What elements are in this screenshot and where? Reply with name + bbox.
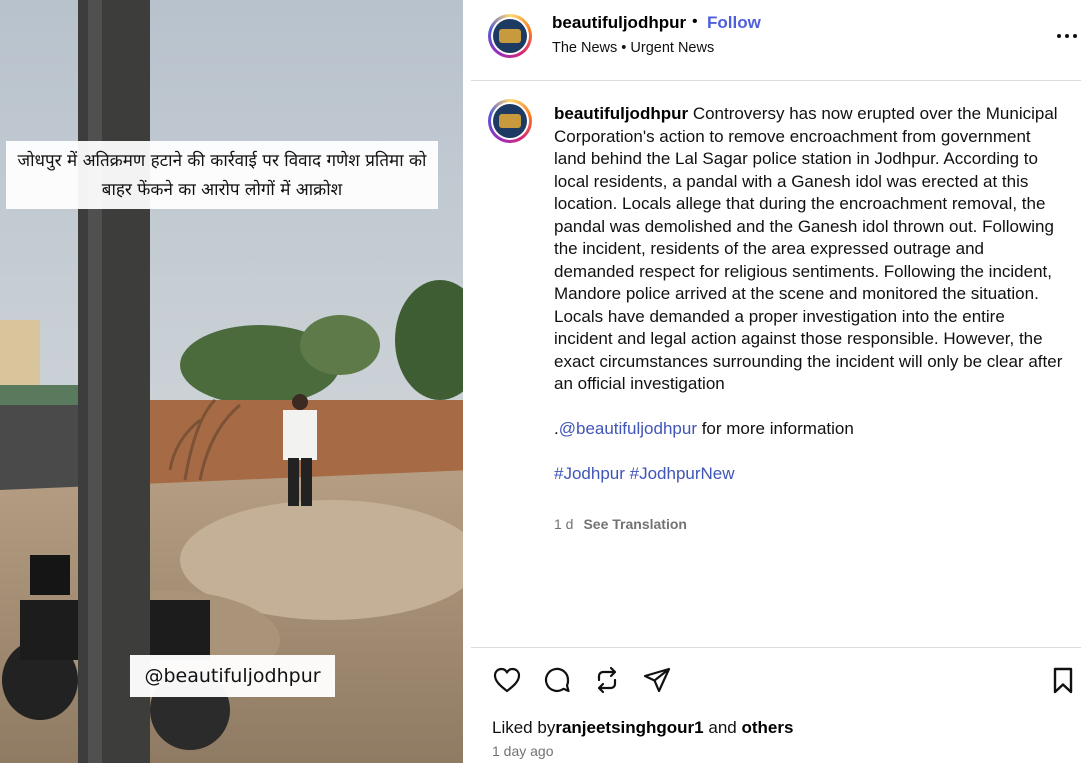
likes-middle: and — [703, 718, 742, 737]
see-translation-button[interactable]: See Translation — [583, 516, 686, 532]
caption-meta: 1 d See Translation — [554, 516, 687, 532]
post-details-panel: beautifuljodhpur • Follow The News • Urg… — [471, 0, 1081, 763]
post-timestamp[interactable]: 1 day ago — [492, 743, 554, 759]
video-caption-overlay: जोधपुर में अतिक्रमण हटाने की कार्रवाई पर… — [6, 141, 438, 209]
comment-icon[interactable] — [542, 665, 572, 695]
profile-logo-icon — [493, 19, 527, 53]
mention-suffix: for more information — [696, 419, 854, 438]
likes-summary: Liked byranjeetsinghgour1 and others — [492, 718, 793, 738]
post-media[interactable]: जोधपुर में अतिक्रमण हटाने की कार्रवाई पर… — [0, 0, 471, 763]
separator-dot: • — [692, 13, 698, 30]
avatar[interactable] — [488, 14, 532, 58]
heart-icon[interactable] — [492, 665, 522, 695]
likes-others-link[interactable]: others — [741, 718, 793, 737]
divider — [471, 647, 1081, 648]
liker-username-link[interactable]: ranjeetsinghgour1 — [555, 718, 703, 737]
bookmark-icon[interactable] — [1048, 665, 1078, 695]
caption-text: Controversy has now erupted over the Mun… — [554, 104, 1063, 393]
post-age: 1 d — [554, 516, 574, 532]
follow-button[interactable]: Follow — [707, 13, 761, 33]
username-link[interactable]: beautifuljodhpur — [552, 13, 686, 33]
hashtag-link[interactable]: #Jodhpur — [554, 464, 625, 483]
repost-icon[interactable] — [592, 665, 622, 695]
likes-prefix: Liked by — [492, 718, 556, 737]
mention-link[interactable]: @beautifuljodhpur — [559, 419, 697, 438]
mention-line: .@beautifuljodhpur for more information — [554, 418, 1064, 441]
more-options-icon[interactable] — [1057, 22, 1079, 42]
caption-avatar[interactable] — [488, 99, 532, 143]
post-header: beautifuljodhpur • Follow The News • Urg… — [471, 0, 1081, 81]
caption-username-link[interactable]: beautifuljodhpur — [554, 104, 688, 123]
hashtags-line: #Jodhpur #JodhpurNew — [554, 463, 1064, 486]
video-watermark: @beautifuljodhpur — [130, 655, 335, 697]
post-caption: beautifuljodhpur Controversy has now eru… — [554, 103, 1064, 486]
video-frame — [0, 0, 471, 763]
share-icon[interactable] — [642, 665, 672, 695]
hashtag-link[interactable]: #JodhpurNew — [630, 464, 735, 483]
post-subtitle: The News • Urgent News — [552, 40, 715, 56]
profile-logo-icon — [493, 104, 527, 138]
